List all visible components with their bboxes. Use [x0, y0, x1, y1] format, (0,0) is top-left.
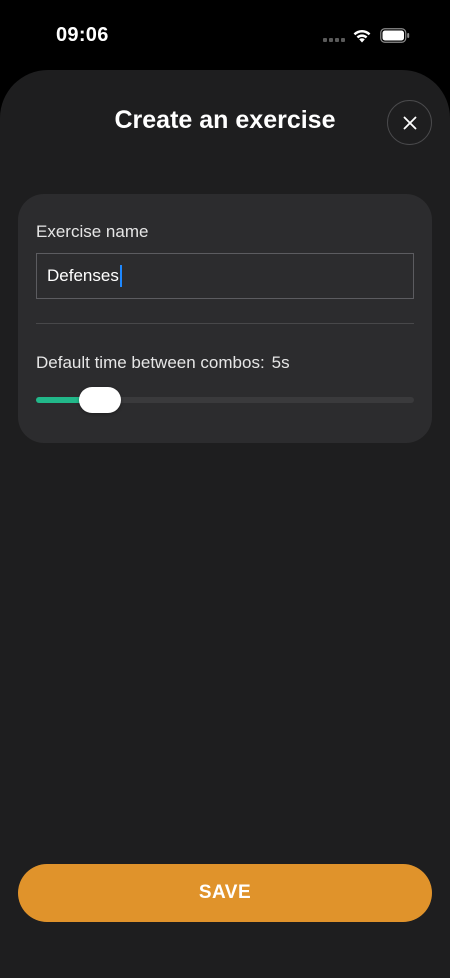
time-between-combos-slider[interactable]	[36, 387, 414, 413]
time-between-combos-label: Default time between combos: 5s	[36, 353, 290, 373]
wifi-icon	[353, 29, 371, 43]
close-icon	[403, 116, 416, 129]
slider-thumb[interactable]	[79, 387, 122, 413]
exercise-name-label: Exercise name	[36, 222, 149, 241]
text-caret	[119, 265, 122, 287]
save-button[interactable]: SAVE	[18, 864, 432, 922]
exercise-name-input[interactable]: Defenses	[36, 253, 414, 299]
status-bar: 09:06	[0, 0, 450, 70]
signal-dots-icon	[323, 38, 345, 42]
status-time: 09:06	[56, 24, 109, 46]
exercise-name-value: Defenses	[47, 266, 119, 285]
sheet-title: Create an exercise	[114, 106, 336, 134]
exercise-form-card: Exercise name Defenses Default time betw…	[18, 194, 432, 443]
close-button[interactable]	[387, 100, 432, 145]
create-exercise-sheet: Create an exercise Exercise name Defense…	[0, 70, 450, 978]
battery-icon	[380, 28, 410, 43]
time-between-combos-text: Default time between combos:	[36, 353, 265, 372]
divider	[36, 323, 414, 324]
time-between-combos-value: 5s	[271, 353, 290, 372]
